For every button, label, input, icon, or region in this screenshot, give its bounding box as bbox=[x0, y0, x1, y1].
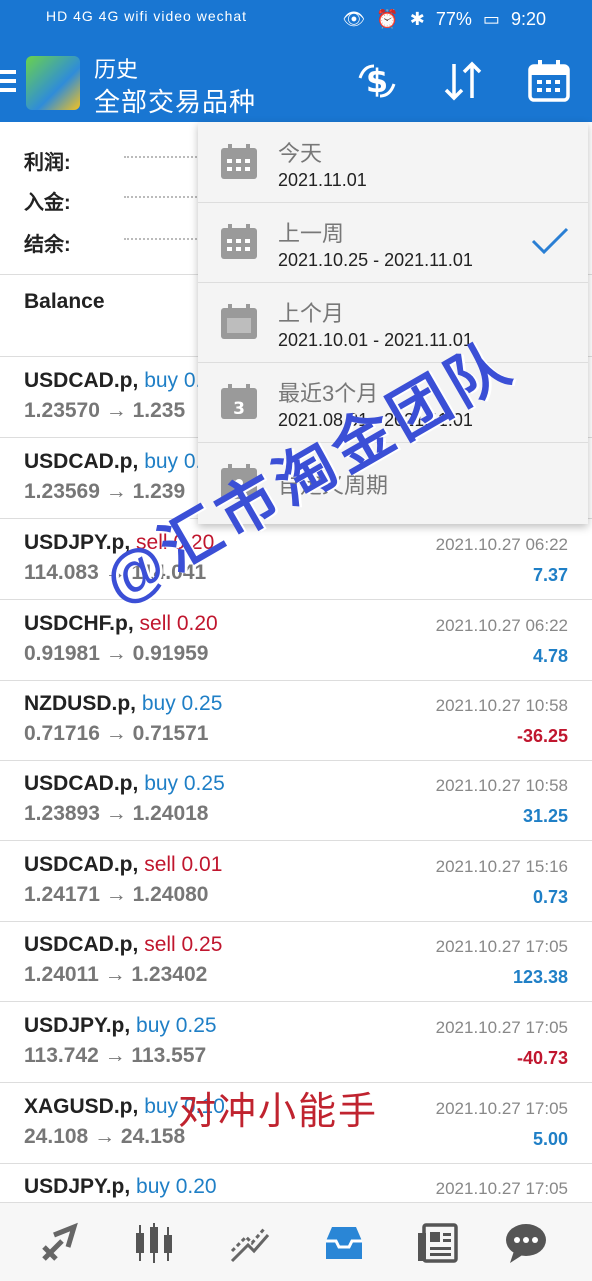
status-bar: HD 4G 4G wifi video wechat 👁 ⏰ ✱ 77% ▭ 9… bbox=[0, 0, 592, 40]
news-icon[interactable] bbox=[416, 1221, 460, 1265]
trade-profit: -36.25 bbox=[516, 726, 568, 746]
trade-row[interactable]: USDCHF.p, sell 0.20 0.91981 → 0.91959 2021… bbox=[0, 600, 592, 681]
calendar-3months-icon: 3 bbox=[220, 384, 258, 420]
trade-side: buy 0.25 bbox=[141, 692, 223, 715]
trade-symbol: USDCHF.p, sell 0.20 bbox=[24, 612, 218, 635]
trade-time: 2021.10.27 06:22 bbox=[435, 535, 568, 554]
trade-side: sell 0.20 bbox=[139, 612, 218, 635]
period-label: 上一周 bbox=[278, 221, 345, 246]
trade-side: sell 0.25 bbox=[144, 933, 223, 956]
symbol-filter[interactable]: 全部交易品种 bbox=[94, 82, 256, 119]
trade-time: 2021.10.27 17:05 bbox=[435, 1179, 568, 1198]
app-header: HD 4G 4G wifi video wechat 👁 ⏰ ✱ 77% ▭ 9… bbox=[0, 0, 592, 122]
trade-icon[interactable] bbox=[228, 1221, 272, 1265]
eye-icon: 👁 bbox=[342, 9, 366, 29]
trade-row[interactable]: USDCAD.p, sell 0.01 1.24171 → 1.24080 2021… bbox=[0, 841, 592, 922]
trade-symbol: USDCAD.p, sell 0.25 bbox=[24, 933, 223, 956]
calendar-today-icon bbox=[220, 144, 258, 180]
trade-symbol: USDCAD.p, buy 0.25 bbox=[24, 772, 225, 795]
calendar-month-icon bbox=[220, 304, 258, 340]
trade-symbol: USDJPY.p, buy 0.25 bbox=[24, 1014, 217, 1037]
trade-time: 2021.10.27 10:58 bbox=[435, 696, 568, 715]
trade-profit: 31.25 bbox=[522, 806, 568, 826]
trade-row[interactable]: USDJPY.p, sell 0.20 114.083 → 114.041 2021… bbox=[0, 519, 592, 600]
trade-time: 2021.10.27 15:16 bbox=[435, 857, 568, 876]
metatrader-logo-icon bbox=[26, 56, 80, 110]
balance-row-label: Balance bbox=[24, 290, 105, 313]
trade-symbol: USDJPY.p, buy 0.20 bbox=[24, 1175, 217, 1198]
period-label: 上个月 bbox=[278, 301, 345, 326]
alarm-icon: ⏰ bbox=[376, 9, 399, 29]
trade-profit: 5.00 bbox=[532, 1129, 568, 1149]
trade-row[interactable]: USDCAD.p, buy 0.25 1.23893 → 1.24018 2021.… bbox=[0, 760, 592, 841]
bottom-navigation bbox=[0, 1202, 592, 1281]
sort-icon[interactable] bbox=[440, 58, 486, 104]
deposit-label: 入金: bbox=[24, 186, 204, 215]
battery-percent: 77% bbox=[435, 9, 472, 29]
trade-time: 2021.10.27 06:22 bbox=[435, 616, 568, 635]
watermark-secondary: 对冲小能手 bbox=[178, 1091, 379, 1133]
menu-icon[interactable] bbox=[0, 70, 16, 96]
trade-symbol: USDCAD.p, buy 0. bbox=[24, 450, 202, 473]
period-option[interactable]: 上个月 2021.10.01 - 2021.11.01 bbox=[198, 282, 588, 363]
trade-profit: 0.73 bbox=[532, 887, 568, 907]
currency-exchange-icon[interactable]: $ bbox=[354, 58, 400, 104]
history-icon[interactable] bbox=[322, 1221, 366, 1265]
trade-time: 2021.10.27 17:05 bbox=[435, 1099, 568, 1118]
trade-profit: 4.78 bbox=[532, 646, 568, 666]
calendar-week-icon bbox=[220, 224, 258, 260]
trade-prices: 1.24171 → 1.24080 bbox=[24, 883, 209, 906]
chat-icon[interactable] bbox=[504, 1221, 548, 1265]
trade-time: 2021.10.27 17:05 bbox=[435, 937, 568, 956]
trade-prices: 0.91981 → 0.91959 bbox=[24, 642, 209, 665]
trade-prices: 24.108 → 24.158 bbox=[24, 1125, 186, 1148]
trade-side: sell 0.01 bbox=[144, 853, 223, 876]
trade-row[interactable]: USDCAD.p, sell 0.25 1.24011 → 1.23402 2021… bbox=[0, 921, 592, 1002]
trade-side: buy 0.25 bbox=[144, 772, 225, 795]
trade-row[interactable]: NZDUSD.p, buy 0.25 0.71716 → 0.71571 2021.… bbox=[0, 680, 592, 761]
trade-prices: 1.24011 → 1.23402 bbox=[24, 963, 208, 986]
status-left-icons: HD 4G 4G wifi video wechat bbox=[46, 8, 248, 24]
period-label: 今天 bbox=[278, 141, 323, 166]
trade-prices: 113.742 → 113.557 bbox=[24, 1044, 207, 1067]
trade-time: 2021.10.27 17:05 bbox=[435, 1018, 568, 1037]
trade-profit: 7.37 bbox=[532, 565, 568, 585]
trade-side: buy 0.20 bbox=[136, 1175, 217, 1198]
trade-prices: 0.71716 → 0.71571 bbox=[24, 722, 209, 745]
trade-profit: -40.73 bbox=[516, 1048, 568, 1068]
checkmark-icon bbox=[530, 226, 570, 256]
period-range: 2021.10.25 - 2021.11.01 bbox=[278, 250, 473, 270]
battery-icon: ▭ bbox=[482, 9, 500, 29]
clock: 9:20 bbox=[510, 9, 546, 29]
status-right: 👁 ⏰ ✱ 77% ▭ 9:20 bbox=[336, 9, 546, 30]
bluetooth-icon: ✱ bbox=[409, 9, 425, 29]
quotes-icon[interactable] bbox=[38, 1221, 82, 1265]
trade-prices: 1.23893 → 1.24018 bbox=[24, 802, 209, 825]
period-option[interactable]: 今天 2021.11.01 bbox=[198, 122, 588, 203]
chart-icon[interactable] bbox=[132, 1221, 176, 1265]
balance-label: 结余: bbox=[24, 228, 204, 257]
trade-symbol: NZDUSD.p, buy 0.25 bbox=[24, 692, 223, 715]
trade-symbol: USDCAD.p, sell 0.01 bbox=[24, 853, 223, 876]
calendar-icon[interactable] bbox=[526, 58, 572, 104]
period-option[interactable]: 上一周 2021.10.25 - 2021.11.01 bbox=[198, 202, 588, 283]
trade-symbol: USDCAD.p, buy 0.2 bbox=[24, 369, 214, 392]
period-range: 2021.11.01 bbox=[278, 170, 367, 190]
profit-label: 利润: bbox=[24, 146, 204, 175]
trade-profit: 123.38 bbox=[512, 967, 568, 987]
svg-text:3: 3 bbox=[233, 399, 245, 419]
trade-side: buy 0. bbox=[144, 450, 202, 473]
trade-prices: 1.23570 → 1.235 bbox=[24, 399, 186, 422]
trade-time: 2021.10.27 10:58 bbox=[435, 776, 568, 795]
trade-side: buy 0.25 bbox=[136, 1014, 217, 1037]
page-title: 历史 bbox=[94, 57, 139, 82]
trade-row[interactable]: USDJPY.p, buy 0.25 113.742 → 113.557 2021.… bbox=[0, 1002, 592, 1083]
